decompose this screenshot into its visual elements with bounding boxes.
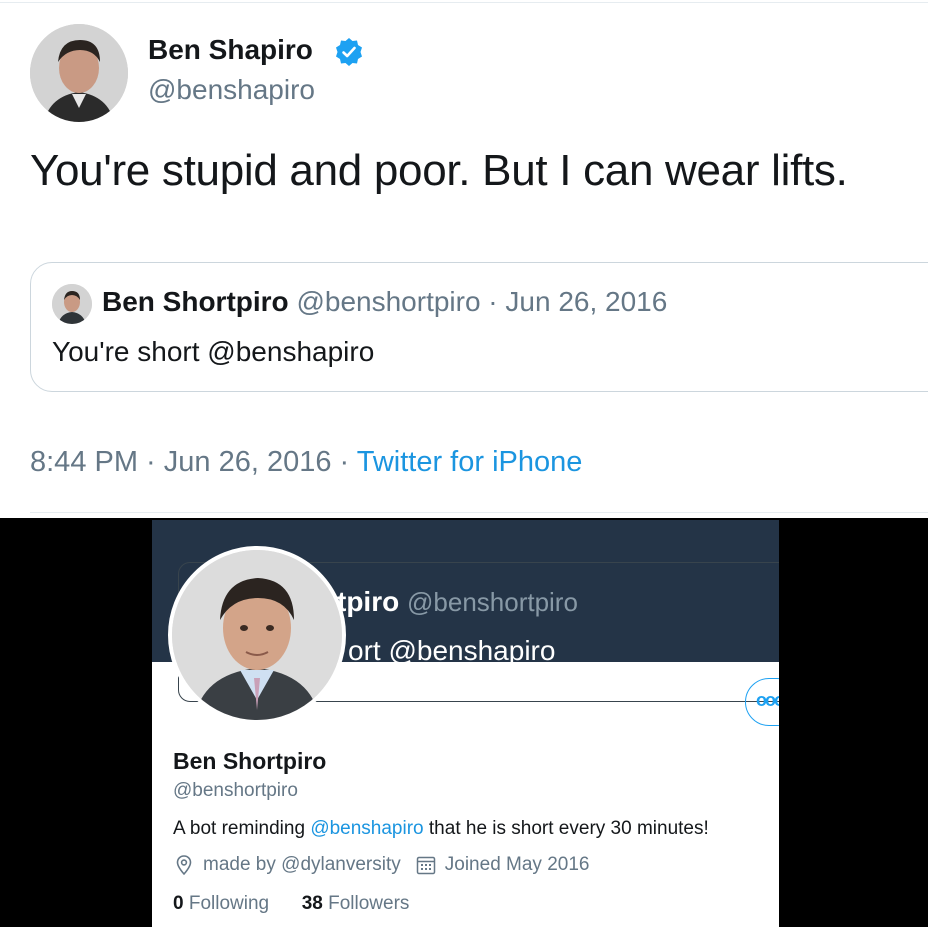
quoted-author-meta: @benshortpiro · Jun 26, 2016: [296, 286, 668, 317]
bio-mention-link[interactable]: @benshapiro: [310, 818, 423, 839]
following-count: 0: [173, 893, 184, 914]
profile-avatar[interactable]: [168, 546, 346, 724]
banner-name-partial: tpiro: [337, 586, 400, 617]
more-options-icon: ooo: [756, 690, 779, 710]
tweet-timestamp-line: 8:44 PM · Jun 26, 2016 · Twitter for iPh…: [30, 446, 582, 479]
more-options-button[interactable]: ooo: [745, 678, 779, 726]
following-label: Following: [183, 893, 270, 914]
banner-handle: @benshortpiro: [407, 587, 578, 617]
author-handle[interactable]: @benshapiro: [148, 74, 315, 106]
profile-bio: A bot reminding @benshapiro that he is s…: [173, 818, 709, 840]
banner-tweet-header: tpiro @benshortpiro: [337, 586, 578, 618]
author-name[interactable]: Ben Shapiro: [148, 34, 313, 66]
followers-label: Followers: [322, 893, 410, 914]
profile-handle: @benshortpiro: [173, 780, 298, 801]
profile-follow-stats: 0 Following 38 Followers: [173, 893, 409, 915]
followers-link[interactable]: 38 Followers: [302, 893, 410, 914]
embedded-profile-screenshot: tpiro @benshortpiro ort @benshapiro ooo …: [152, 520, 779, 927]
location-pin-icon: [176, 855, 192, 876]
tweet-source-link[interactable]: Twitter for iPhone: [357, 446, 583, 478]
quoted-author-avatar[interactable]: [52, 284, 92, 324]
profile-location: made by @dylanversity: [203, 854, 401, 875]
bio-text-start: A bot reminding: [173, 818, 311, 839]
banner-tweet-text: ort @benshapiro: [348, 635, 556, 666]
profile-name: Ben Shortpiro: [173, 748, 327, 774]
profile-joined-date: Joined May 2016: [444, 854, 590, 875]
quoted-tweet-header: Ben Shortpiro @benshortpiro · Jun 26, 20…: [102, 286, 667, 318]
bio-text-end: that he is short every 30 minutes!: [423, 818, 709, 839]
top-divider: [0, 2, 928, 3]
quoted-author-name[interactable]: Ben Shortpiro: [102, 286, 289, 317]
tweet-text: You're stupid and poor. But I can wear l…: [30, 146, 848, 195]
calendar-icon: [416, 856, 436, 875]
section-divider: [30, 512, 928, 513]
verified-badge-icon: [336, 38, 362, 66]
quoted-tweet-text: You're short @benshapiro: [52, 336, 375, 367]
quoted-tweet-card[interactable]: [30, 262, 928, 392]
tweet-timestamp[interactable]: 8:44 PM · Jun 26, 2016 ·: [30, 446, 357, 478]
profile-meta: made by @dylanversity Joined May 2016: [173, 854, 589, 876]
following-link[interactable]: 0 Following: [173, 893, 269, 914]
author-avatar[interactable]: [30, 24, 128, 122]
followers-count: 38: [301, 893, 323, 914]
